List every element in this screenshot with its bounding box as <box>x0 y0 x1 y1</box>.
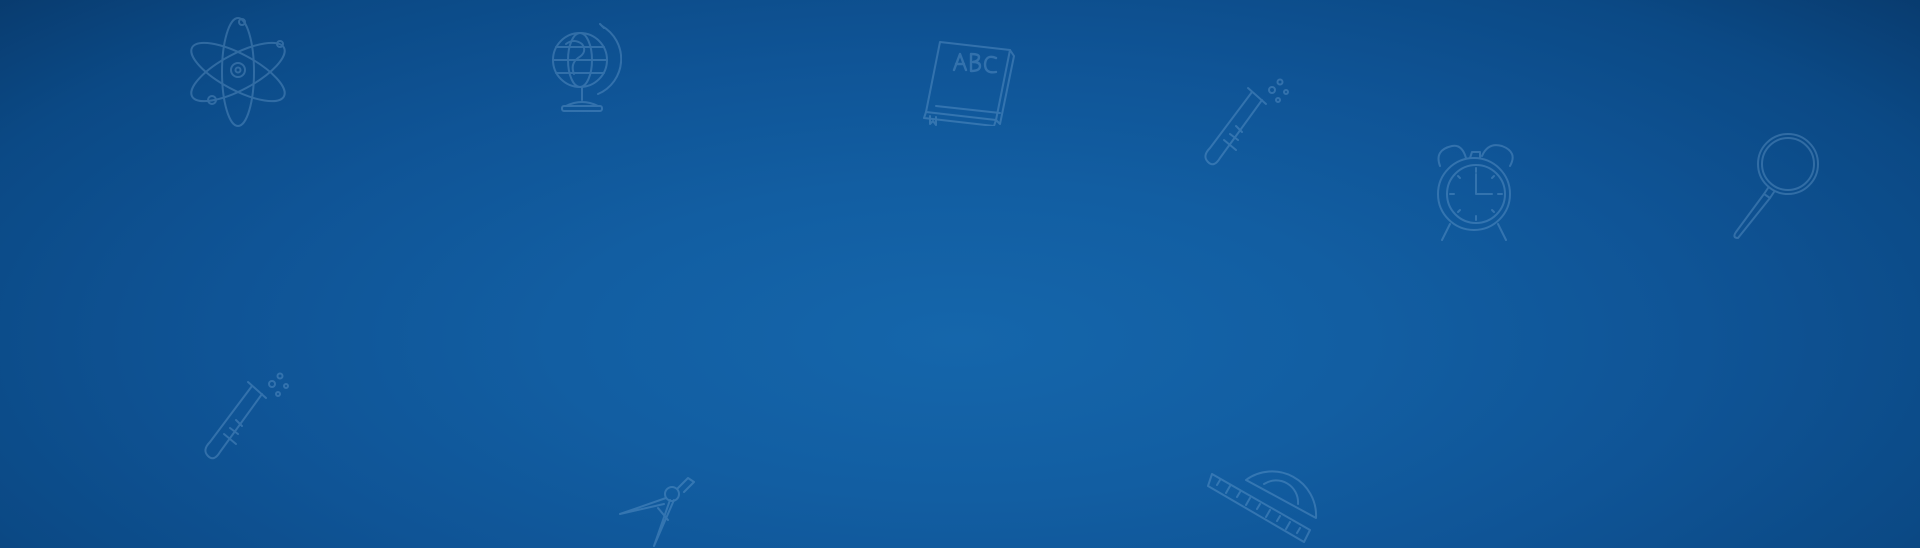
globe-icon <box>552 23 622 112</box>
hero-banner <box>0 0 1920 548</box>
test-tube-icon <box>204 372 289 460</box>
test-tube-icon <box>1204 78 1289 166</box>
abc-book-icon <box>923 41 1015 126</box>
drawing-compass-icon <box>619 477 695 547</box>
atom-icon <box>190 17 286 127</box>
protractor-icon <box>1207 470 1318 543</box>
magnifying-glass-icon <box>1733 133 1819 239</box>
alarm-clock-icon <box>1437 144 1514 241</box>
